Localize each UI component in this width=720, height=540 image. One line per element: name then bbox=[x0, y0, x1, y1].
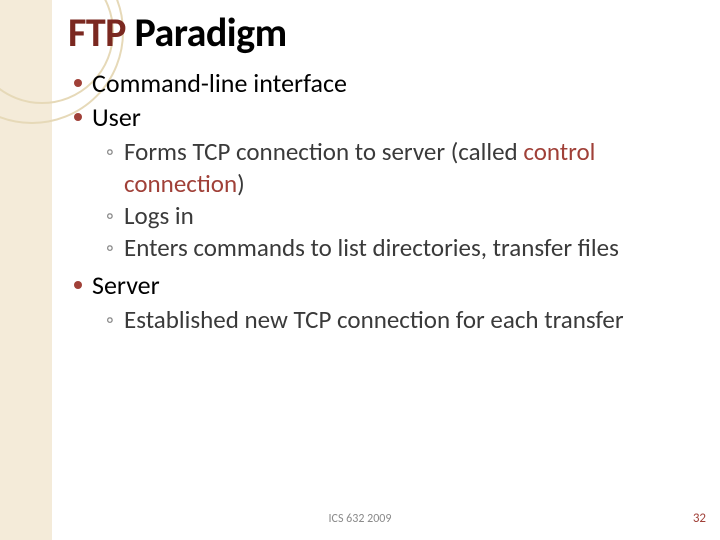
sub-text: Logs in bbox=[124, 200, 194, 231]
sub-item: Logs in bbox=[106, 200, 704, 232]
sub-text-pre: Forms TCP connection to server (called bbox=[124, 136, 523, 167]
sub-item: Established new TCP connection for each … bbox=[106, 304, 704, 336]
footer-course: ICS 632 2009 bbox=[0, 512, 720, 526]
bullet-item: User Forms TCP connection to server (cal… bbox=[72, 100, 704, 264]
sub-item: Enters commands to list directories, tra… bbox=[106, 232, 704, 264]
body-content: Command-line interface User Forms TCP co… bbox=[72, 66, 704, 340]
bullet-list: Command-line interface User Forms TCP co… bbox=[72, 66, 704, 336]
bullet-item: Server Established new TCP connection fo… bbox=[72, 268, 704, 336]
sub-text: Enters commands to list directories, tra… bbox=[124, 232, 619, 263]
title-area: FTP Paradigm bbox=[68, 8, 287, 57]
slide: FTP Paradigm Command-line interface User… bbox=[0, 0, 720, 540]
sub-text: Established new TCP connection for each … bbox=[124, 304, 624, 335]
bullet-item: Command-line interface bbox=[72, 66, 704, 100]
sub-list: Forms TCP connection to server (called c… bbox=[92, 136, 704, 264]
slide-title: FTP Paradigm bbox=[68, 8, 287, 57]
title-strong: FTP bbox=[68, 8, 126, 57]
bullet-text: User bbox=[92, 101, 141, 133]
sub-list: Established new TCP connection for each … bbox=[92, 304, 704, 336]
sub-text-post: ) bbox=[237, 168, 245, 199]
page-number: 32 bbox=[693, 511, 706, 526]
sub-item: Forms TCP connection to server (called c… bbox=[106, 136, 704, 200]
title-rest: Paradigm bbox=[126, 8, 287, 57]
bullet-text: Server bbox=[92, 269, 160, 301]
bullet-text: Command-line interface bbox=[92, 67, 347, 99]
